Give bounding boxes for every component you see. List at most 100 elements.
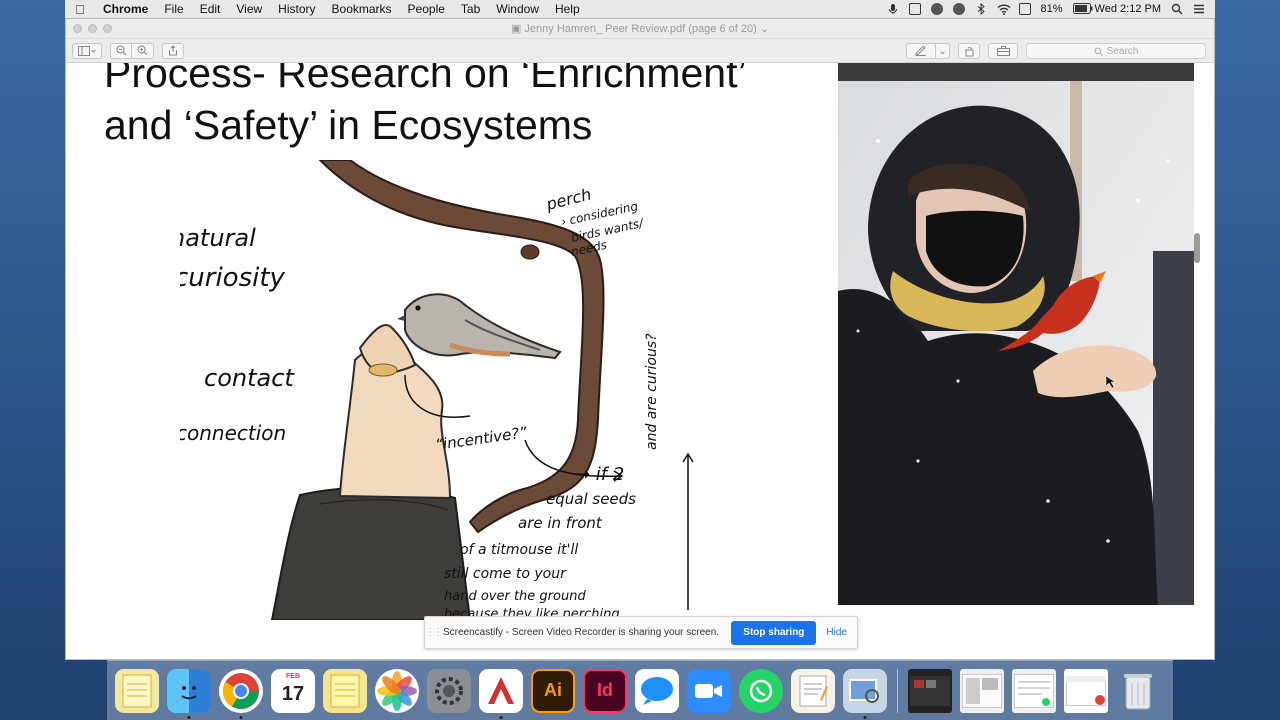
note-if-line-5: still come to your (444, 566, 567, 582)
stop-sharing-button[interactable]: Stop sharing (731, 620, 817, 645)
note-and-are-curious: and are curious? (644, 333, 660, 450)
note-if-line-2: equal seeds (546, 490, 636, 508)
menu-window[interactable]: Window (488, 2, 547, 16)
indesign-label: Id (597, 680, 613, 700)
markup-pen-button[interactable] (906, 43, 936, 59)
markup-chevron-down-icon[interactable]: ⌄ (936, 43, 950, 59)
menu-tab[interactable]: Tab (453, 2, 488, 16)
zoom-out-button[interactable] (110, 42, 132, 59)
illustrator-icon[interactable]: Ai (531, 668, 575, 713)
status-area: 81% Wed 2:12 PM (887, 2, 1215, 16)
dock-separator (897, 668, 898, 713)
autocad-icon[interactable] (479, 668, 523, 719)
illustrator-label: Ai (544, 680, 562, 700)
menu-bar:  Chrome File Edit View History Bookmark… (65, 0, 1215, 18)
battery-icon[interactable] (1072, 3, 1093, 15)
bluetooth-icon[interactable] (975, 2, 987, 16)
menu-app-name[interactable]: Chrome (95, 2, 156, 16)
running-indicator (239, 715, 243, 719)
zoom-app-icon[interactable] (687, 668, 731, 713)
chrome-icon[interactable] (219, 668, 263, 719)
running-indicator (863, 715, 867, 719)
vertical-scrollbar[interactable] (1194, 233, 1200, 263)
sync-status-icon[interactable] (952, 3, 965, 15)
photo-top-band (838, 63, 1194, 81)
note-if-line-3: are in front (518, 514, 603, 532)
menu-people[interactable]: People (400, 2, 453, 16)
cardinal-photo (838, 81, 1194, 605)
search-placeholder: Search (1106, 45, 1139, 57)
whatsapp-icon[interactable] (739, 668, 783, 713)
window-title-text: Jenny Hamren_ Peer Review.pdf (page 6 of… (524, 23, 757, 35)
screencastify-status-icon[interactable] (908, 3, 921, 15)
drag-handle-icon[interactable]: ⋮⋮ (425, 627, 443, 638)
microphone-icon[interactable] (887, 3, 899, 15)
notes-app-icon[interactable] (115, 668, 159, 713)
note-incentive: “incentive?” (434, 423, 528, 454)
rotate-button[interactable] (958, 43, 980, 59)
share-button[interactable] (162, 42, 184, 59)
window-titlebar[interactable]: ▣ Jenny Hamren_ Peer Review.pdf (page 6 … (66, 19, 1214, 39)
note-natural: natural (180, 224, 256, 252)
airplay-icon[interactable] (1018, 3, 1031, 15)
screen-sharing-notification: ⋮⋮ Screencastify - Screen Video Recorder… (424, 616, 858, 649)
calendar-icon[interactable]: FEB 17 (271, 668, 315, 713)
stickies-icon[interactable] (323, 668, 367, 713)
menu-history[interactable]: History (270, 2, 323, 16)
toolbox-button[interactable] (988, 43, 1018, 59)
window-thumbnail-3[interactable] (1012, 668, 1056, 713)
search-icon (1094, 47, 1103, 56)
menu-view[interactable]: View (228, 2, 270, 16)
note-if-line-4: of a titmouse it'll (460, 542, 578, 558)
note-if-line-1: → if 2 (575, 464, 624, 485)
zoom-in-button[interactable] (132, 42, 154, 59)
window-thumbnail-1[interactable] (908, 668, 952, 713)
menu-help[interactable]: Help (547, 2, 588, 16)
note-if-line-6: hand over the ground (444, 589, 586, 604)
markup-controls: ⌄ (906, 43, 950, 59)
photos-icon[interactable] (375, 668, 419, 713)
sharing-message: Screencastify - Screen Video Recorder is… (443, 627, 720, 638)
preview-window: ▣ Jenny Hamren_ Peer Review.pdf (page 6 … (65, 18, 1215, 660)
sidebar-toggle-button[interactable] (72, 42, 102, 59)
pdf-page: Process- Research on ‘Enrichment’ and ‘S… (80, 63, 1200, 659)
finder-icon[interactable] (167, 668, 211, 719)
calendar-month: FEB (286, 672, 300, 680)
apple-menu-icon[interactable]:  (65, 2, 95, 17)
slide-title-line-2: and ‘Safety’ in Ecosystems (104, 102, 593, 148)
hide-button[interactable]: Hide (816, 627, 857, 638)
messages-icon[interactable] (635, 668, 679, 713)
slide-title: Process- Research on ‘Enrichment’ and ‘S… (104, 63, 824, 151)
note-contact: contact (204, 364, 295, 392)
system-preferences-icon[interactable] (427, 668, 471, 713)
window-thumbnail-4[interactable] (1064, 668, 1108, 713)
search-input[interactable]: Search (1026, 43, 1206, 59)
menu-edit[interactable]: Edit (192, 2, 229, 16)
preview-app-icon[interactable] (843, 668, 887, 719)
zoom-controls (110, 42, 154, 59)
dock: FEB 17 Ai Id (107, 660, 1173, 720)
window-title: ▣ Jenny Hamren_ Peer Review.pdf (page 6 … (66, 22, 1214, 35)
textedit-icon[interactable] (791, 668, 835, 713)
trash-icon[interactable] (1116, 669, 1160, 713)
menu-file[interactable]: File (156, 2, 191, 16)
menu-clock[interactable]: Wed 2:12 PM (1095, 3, 1161, 15)
note-connection: connection (180, 421, 286, 445)
menu-bookmarks[interactable]: Bookmarks (324, 2, 400, 16)
wifi-icon[interactable] (997, 3, 1010, 15)
battery-percent: 81% (1040, 3, 1063, 15)
running-indicator (187, 715, 191, 719)
title-chevron-down-icon[interactable]: ⌄ (757, 23, 769, 35)
pdf-document-icon: ▣ (510, 23, 525, 35)
bird-sketch-illustration: natural curiosity contact connection “in… (180, 160, 694, 620)
note-curiosity: curiosity (180, 263, 286, 293)
record-status-icon[interactable] (930, 3, 943, 15)
toolbar: ⌄ Search (66, 39, 1214, 63)
window-thumbnail-2[interactable] (960, 668, 1004, 713)
notification-center-icon[interactable] (1193, 3, 1205, 15)
spotlight-search-icon[interactable] (1171, 3, 1183, 15)
indesign-icon[interactable]: Id (583, 668, 627, 713)
running-indicator (499, 715, 503, 719)
toolbar-right: ⌄ Search (906, 43, 1206, 59)
slide-title-line-1: Process- Research on ‘Enrichment’ (104, 63, 747, 96)
